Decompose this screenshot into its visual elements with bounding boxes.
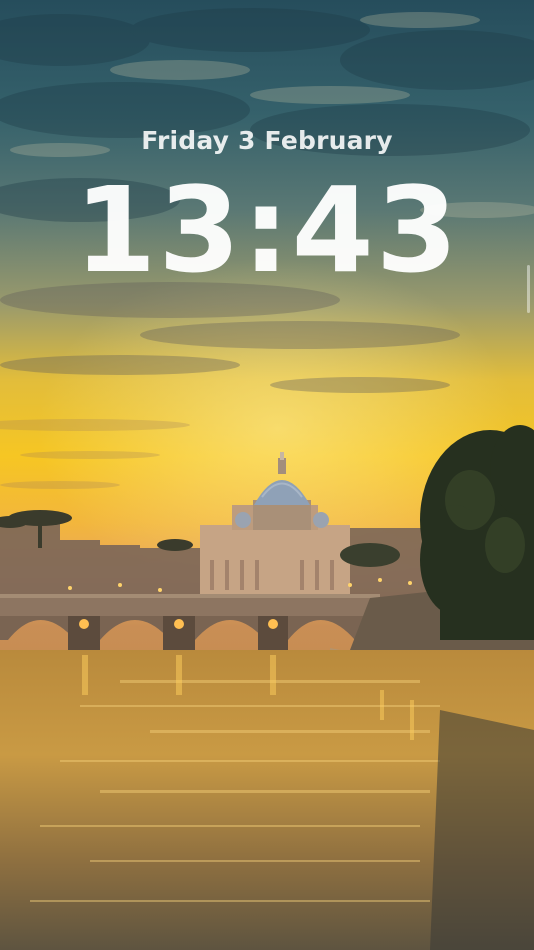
- edge-handle[interactable]: [527, 265, 530, 313]
- lock-screen: Friday 3 February 13:43: [0, 0, 534, 950]
- lockscreen-date: Friday 3 February: [141, 126, 393, 155]
- lockscreen-clock: 13:43: [74, 161, 460, 299]
